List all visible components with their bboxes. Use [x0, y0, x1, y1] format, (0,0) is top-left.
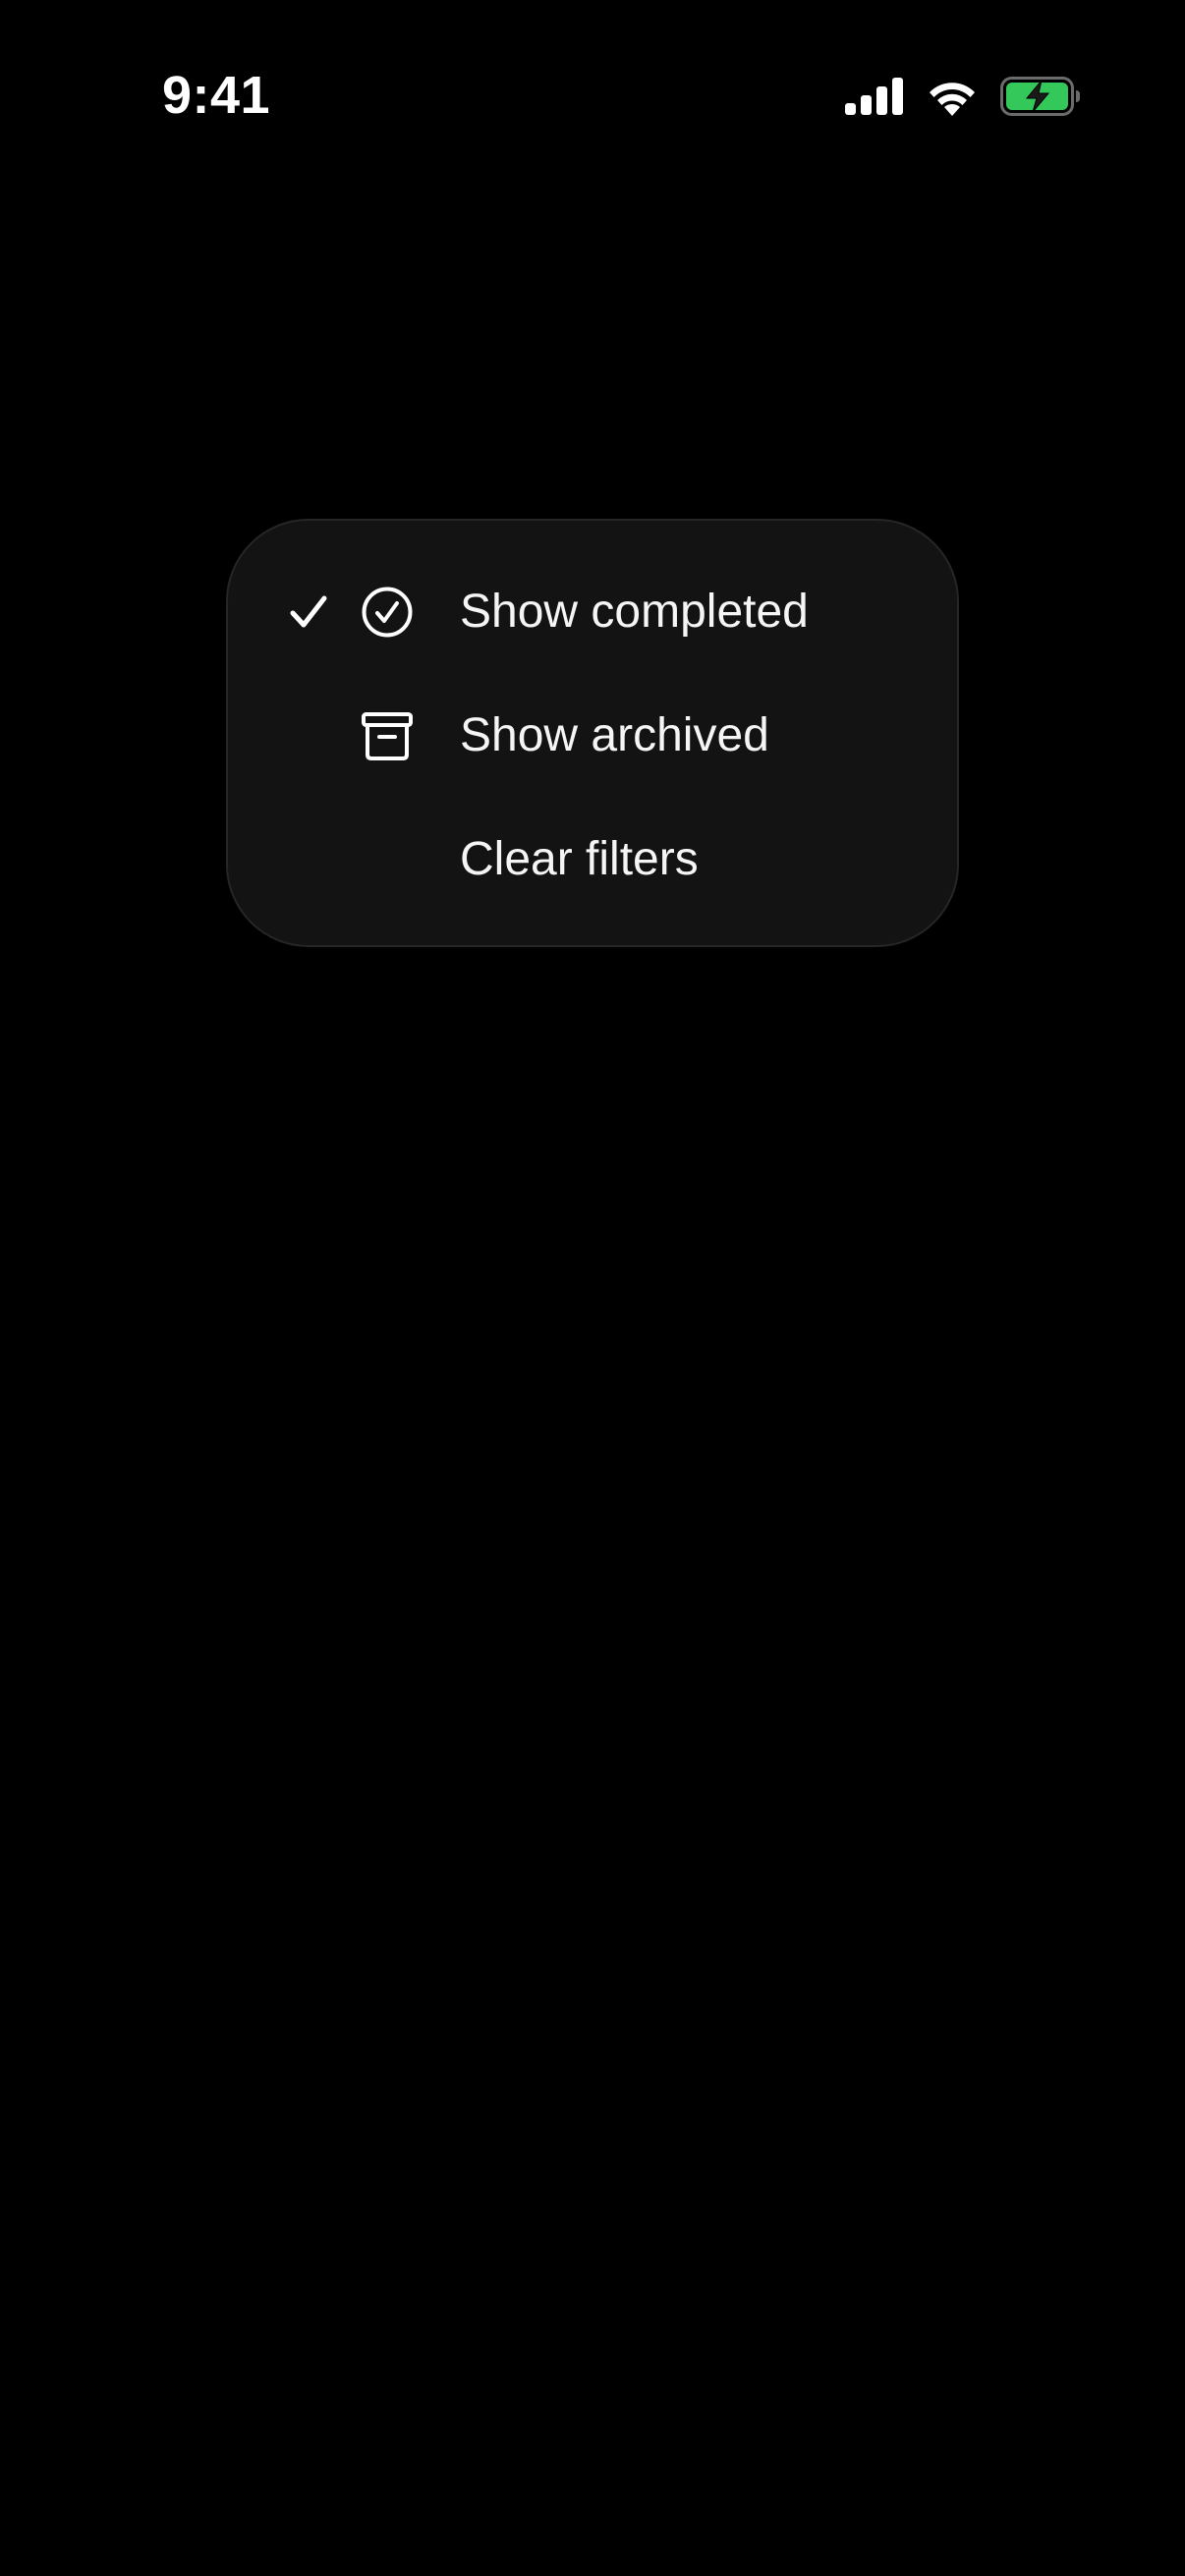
filter-menu: Show completed Show archived Clear filte… — [226, 519, 959, 947]
cellular-signal-icon — [845, 78, 903, 115]
archive-box-icon — [362, 712, 413, 760]
menu-item-show-completed[interactable]: Show completed — [228, 553, 957, 671]
menu-item-label: Show completed — [460, 586, 809, 638]
menu-item-label: Clear filters — [460, 833, 699, 885]
status-bar: 9:41 — [0, 0, 1185, 187]
battery-charging-icon — [1000, 77, 1080, 116]
menu-item-label: Show archived — [460, 709, 769, 761]
status-time: 9:41 — [161, 66, 271, 125]
checkmark-circle-icon — [362, 587, 413, 638]
menu-item-clear-filters[interactable]: Clear filters — [228, 801, 957, 919]
wifi-icon — [930, 83, 975, 116]
menu-item-show-archived[interactable]: Show archived — [228, 677, 957, 795]
checkmark-icon — [290, 595, 327, 628]
status-icons — [845, 71, 1081, 122]
